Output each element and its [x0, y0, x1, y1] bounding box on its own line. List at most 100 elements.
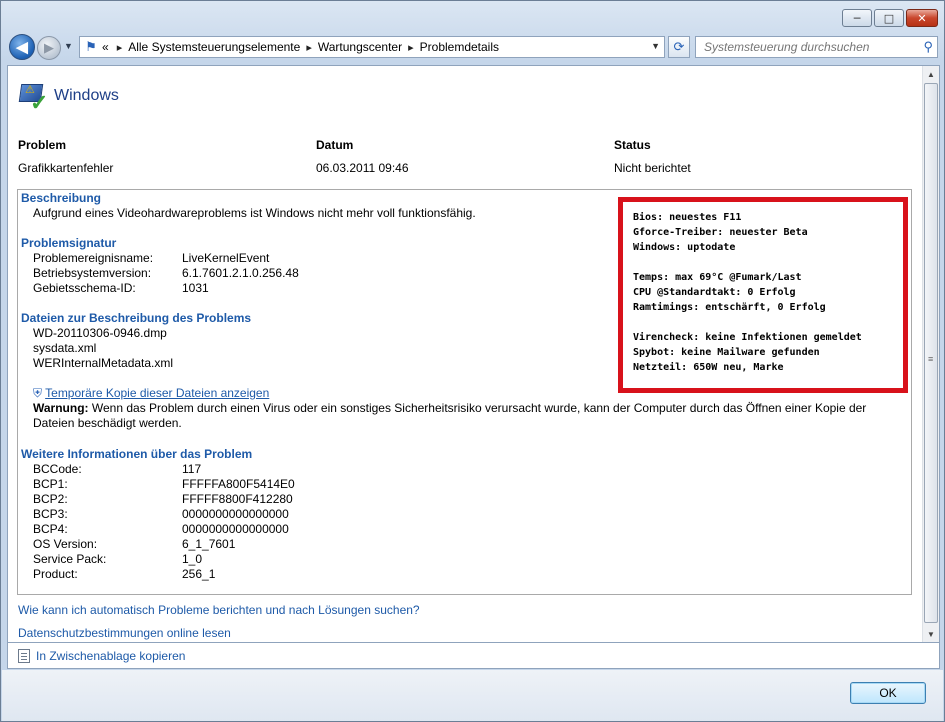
- view-files-row: ⛨ Temporäre Kopie dieser Dateien anzeige…: [33, 386, 269, 401]
- vertical-scrollbar[interactable]: ▲ ≡ ▼: [922, 66, 939, 642]
- note-line: Bios: neuestes F11: [633, 212, 742, 223]
- date-label: Datum: [316, 138, 354, 152]
- note-line: Gforce-Treiber: neuester Beta: [633, 227, 808, 238]
- copy-clipboard-link[interactable]: In Zwischenablage kopieren: [36, 649, 185, 663]
- warning-label: Warnung:: [33, 401, 89, 415]
- warning-body: Wenn das Problem durch einen Virus oder …: [91, 401, 867, 415]
- info-value: 117: [182, 462, 202, 476]
- info-value: 6_1_7601: [182, 537, 236, 551]
- description-title: Beschreibung: [21, 191, 102, 205]
- breadcrumb-problem-details[interactable]: Problemdetails: [420, 40, 499, 54]
- view-files-link[interactable]: Temporäre Kopie dieser Dateien anzeigen: [45, 386, 269, 400]
- status-column: Status Nicht berichtet: [614, 138, 691, 175]
- note-line: CPU @Standardtakt: 0 Erfolg: [633, 287, 796, 298]
- info-key: Service Pack:: [33, 552, 107, 566]
- file-item: WD-20110306-0946.dmp: [33, 326, 167, 340]
- info-key: BCP1:: [33, 477, 68, 491]
- recent-pages-dropdown[interactable]: ▼: [64, 41, 73, 51]
- breadcrumb-maintenance-center[interactable]: Wartungscenter: [318, 40, 402, 54]
- scroll-down-icon[interactable]: ▼: [923, 626, 939, 642]
- grip-icon: ≡: [928, 354, 934, 364]
- clipboard-icon: [18, 649, 30, 663]
- page-header: ⚠ ✓ Windows: [18, 80, 119, 115]
- signature-key: Problemereignisname:: [33, 251, 154, 265]
- problem-column: Problem Grafikkartenfehler: [18, 138, 113, 175]
- info-value: 0000000000000000: [182, 522, 289, 536]
- privacy-link-row: Datenschutzbestimmungen online lesen: [18, 626, 231, 640]
- status-label: Status: [614, 138, 651, 152]
- privacy-link[interactable]: Datenschutzbestimmungen online lesen: [18, 626, 231, 640]
- page-title: Windows: [54, 87, 119, 104]
- status-value: Nicht berichtet: [614, 161, 691, 175]
- info-key: Product:: [33, 567, 78, 581]
- task-bar: In Zwischenablage kopieren: [7, 643, 940, 669]
- date-value: 06.03.2011 09:46: [316, 161, 409, 175]
- scroll-up-icon[interactable]: ▲: [923, 66, 939, 82]
- copy-to-clipboard[interactable]: In Zwischenablage kopieren: [18, 649, 185, 663]
- info-value: 0000000000000000: [182, 507, 289, 521]
- minimize-button[interactable]: ─: [842, 9, 872, 27]
- search-input[interactable]: [696, 37, 906, 57]
- breadcrumb-all-items[interactable]: Alle Systemsteuerungselemente: [128, 40, 300, 54]
- breadcrumb-overflow[interactable]: «: [102, 40, 109, 54]
- windows-maintenance-icon: ⚠ ✓: [18, 80, 50, 115]
- auto-report-link[interactable]: Wie kann ich automatisch Probleme berich…: [18, 603, 420, 617]
- info-value: 1_0: [182, 552, 203, 566]
- close-button[interactable]: ✕: [906, 9, 938, 27]
- note-line: Temps: max 69°C @Fumark/Last: [633, 272, 802, 283]
- address-bar[interactable]: ⚑ « ▸ Alle Systemsteuerungselemente ▸ Wa…: [79, 36, 665, 58]
- warning-text: Warnung: Wenn das Problem durch einen Vi…: [33, 401, 903, 415]
- shield-icon: ⛨: [33, 386, 43, 400]
- file-item: WERInternalMetadata.xml: [33, 356, 174, 370]
- info-value: FFFFFA800F5414E0: [182, 477, 295, 491]
- ok-button[interactable]: OK: [850, 682, 926, 704]
- breadcrumb-separator-icon: ▸: [116, 41, 123, 54]
- note-line: Ramtimings: entschärft, 0 Erfolg: [633, 302, 826, 313]
- note-line: Windows: uptodate: [633, 242, 736, 253]
- refresh-icon: ⟳: [673, 39, 685, 54]
- caption-buttons: ─ □ ✕: [842, 9, 938, 27]
- annotation-note: Bios: neuestes F11 Gforce-Treiber: neues…: [618, 197, 908, 393]
- info-value: FFFFF8800F412280: [182, 492, 293, 506]
- forward-button[interactable]: ▶: [37, 36, 61, 60]
- problem-value: Grafikkartenfehler: [18, 161, 114, 175]
- window-frame: ─ □ ✕ ◀ ▶ ▼ ⚑ « ▸ Alle Systemsteuerungse…: [0, 0, 945, 722]
- info-key: BCP4:: [33, 522, 68, 536]
- control-panel-flag-icon: ⚑: [85, 39, 97, 54]
- file-item: sysdata.xml: [33, 341, 97, 355]
- breadcrumb-separator-icon[interactable]: ▸: [300, 41, 318, 54]
- info-key: OS Version:: [33, 537, 98, 551]
- files-title: Dateien zur Beschreibung des Problems: [21, 311, 252, 325]
- info-key: BCCode:: [33, 462, 82, 476]
- search-icon[interactable]: ⚲: [923, 39, 933, 55]
- arrow-right-icon: ▶: [44, 40, 54, 55]
- signature-key: Gebietsschema-ID:: [33, 281, 136, 295]
- signature-value: 6.1.7601.2.1.0.256.48: [182, 266, 299, 280]
- problem-label: Problem: [18, 138, 67, 152]
- refresh-button[interactable]: ⟳: [668, 36, 690, 58]
- arrow-left-icon: ◀: [16, 39, 28, 56]
- more-info-title: Weitere Informationen über das Problem: [21, 447, 253, 461]
- navigation-bar: ◀ ▶ ▼ ⚑ « ▸ Alle Systemsteuerungselement…: [7, 33, 940, 61]
- breadcrumb-separator-icon[interactable]: ▸: [402, 41, 420, 54]
- info-key: BCP3:: [33, 507, 68, 521]
- note-line: Netzteil: 650W neu, Marke: [633, 362, 784, 373]
- info-key: BCP2:: [33, 492, 68, 506]
- scroll-thumb[interactable]: ≡: [924, 83, 938, 623]
- signature-value: 1031: [182, 281, 209, 295]
- maximize-button[interactable]: □: [874, 9, 904, 27]
- note-line: Spybot: keine Mailware gefunden: [633, 347, 820, 358]
- search-box[interactable]: ⚲: [695, 36, 938, 58]
- info-value: 256_1: [182, 567, 216, 581]
- description-text: Aufgrund eines Videohardwareproblems ist…: [33, 206, 476, 220]
- back-button[interactable]: ◀: [9, 34, 35, 60]
- signature-title: Problemsignatur: [21, 236, 117, 250]
- dialog-footer: OK: [2, 670, 943, 721]
- auto-report-link-row: Wie kann ich automatisch Probleme berich…: [18, 603, 420, 617]
- warning-text-continued: Dateien beschädigt werden.: [33, 416, 182, 430]
- signature-key: Betriebsystemversion:: [33, 266, 152, 280]
- date-column: Datum 06.03.2011 09:46: [316, 138, 409, 175]
- signature-value: LiveKernelEvent: [182, 251, 270, 265]
- note-line: Virencheck: keine Infektionen gemeldet: [633, 332, 862, 343]
- address-dropdown-icon[interactable]: ▼: [651, 41, 660, 51]
